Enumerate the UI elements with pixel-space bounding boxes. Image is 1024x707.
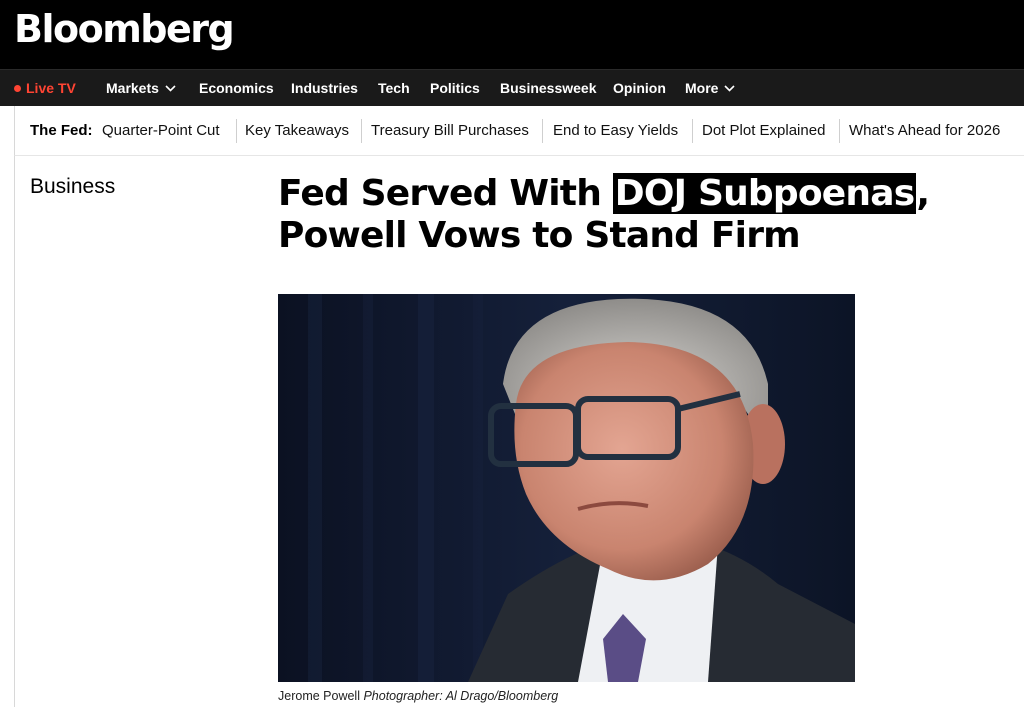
divider (839, 119, 840, 143)
subnav-whats-ahead-2026[interactable]: What's Ahead for 2026 (849, 106, 1000, 156)
photo-caption: Jerome Powell Photographer: Al Drago/Blo… (278, 689, 558, 703)
nav-economics[interactable]: Economics (199, 70, 274, 107)
chevron-down-icon (724, 85, 736, 92)
divider (361, 119, 362, 143)
nav-live-tv-label: Live TV (26, 80, 76, 96)
nav-politics[interactable]: Politics (430, 70, 480, 107)
headline-part1: Fed Served With (278, 173, 613, 214)
article-photo (278, 294, 855, 682)
subnav-end-to-easy-yields[interactable]: End to Easy Yields (553, 106, 678, 156)
subnav-key-takeaways[interactable]: Key Takeaways (245, 106, 349, 156)
topic-subnav: The Fed: Quarter-Point Cut Key Takeaways… (14, 106, 1024, 156)
main-nav: Live TV Markets Economics Industries Tec… (0, 69, 1024, 106)
article-headline: Fed Served With DOJ Subpoenas, Powell Vo… (278, 173, 978, 257)
divider (236, 119, 237, 143)
nav-markets-label: Markets (106, 80, 159, 96)
nav-more-label: More (685, 80, 719, 96)
section-label[interactable]: Business (30, 175, 115, 199)
subnav-treasury-bill-purchases[interactable]: Treasury Bill Purchases (371, 106, 529, 156)
nav-more[interactable]: More (685, 70, 736, 107)
nav-markets[interactable]: Markets (106, 70, 176, 107)
nav-opinion[interactable]: Opinion (613, 70, 666, 107)
subnav-dot-plot-explained[interactable]: Dot Plot Explained (702, 106, 825, 156)
headline-highlight: DOJ Subpoenas (612, 173, 917, 214)
portrait-illustration (278, 294, 855, 682)
caption-credit: Photographer: Al Drago/Bloomberg (363, 689, 559, 703)
divider (692, 119, 693, 143)
nav-tech[interactable]: Tech (378, 70, 410, 107)
subnav-label: The Fed: (30, 122, 93, 139)
nav-businessweek[interactable]: Businessweek (500, 70, 597, 107)
nav-live-tv[interactable]: Live TV (14, 70, 76, 107)
live-dot-icon (14, 85, 21, 92)
subnav-quarter-point-cut[interactable]: Quarter-Point Cut (102, 106, 220, 156)
nav-industries[interactable]: Industries (291, 70, 358, 107)
caption-subject: Jerome Powell (278, 689, 360, 703)
bloomberg-logo[interactable]: Bloomberg (14, 7, 235, 51)
divider (542, 119, 543, 143)
left-rule (14, 156, 15, 707)
top-header: Bloomberg (0, 0, 1024, 69)
chevron-down-icon (165, 85, 176, 92)
